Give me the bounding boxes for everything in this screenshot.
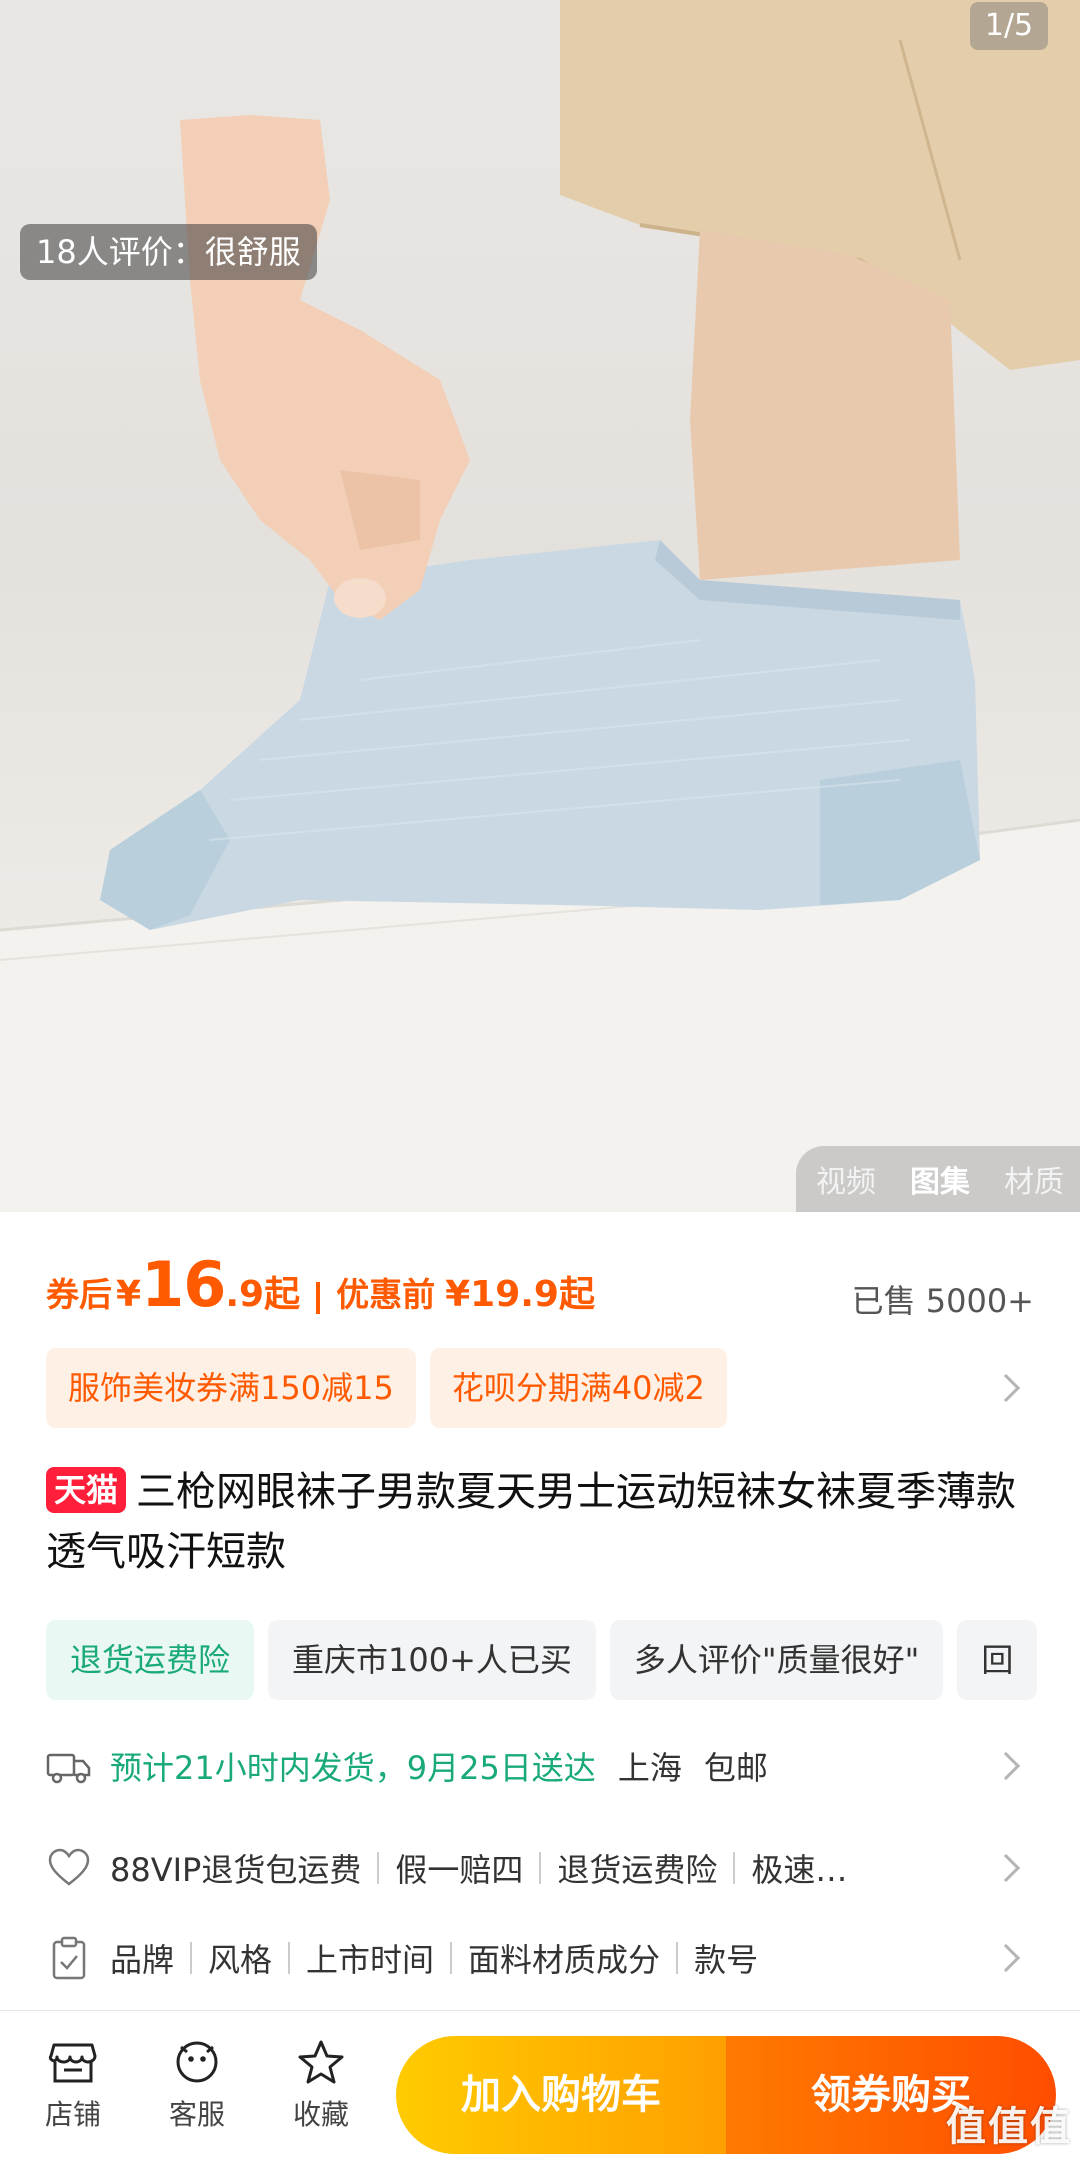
divider xyxy=(539,1852,542,1884)
service-88vip: 88VIP退货包运费 xyxy=(110,1851,362,1889)
coupon-apparel[interactable]: 服饰美妆券满150减15 xyxy=(46,1348,416,1428)
chip-more[interactable]: 回 xyxy=(957,1620,1038,1700)
watermark-url: zhizhizhi.com xyxy=(934,2152,1072,2172)
divider xyxy=(288,1942,291,1974)
shipping-row[interactable]: 预计21小时内发货，9月25日送达 上海 包邮 xyxy=(46,1736,1036,1796)
price-divider xyxy=(316,1282,321,1314)
divider xyxy=(676,1942,679,1974)
product-page: 1/5 18人评价：很舒服 视频 图集 材质 券后 ¥ 16 .9 起 优惠前 … xyxy=(0,0,1080,2172)
service-return-insurance: 退货运费险 xyxy=(557,1851,718,1889)
chip-review-quality[interactable]: 多人评价"质量很好" xyxy=(609,1620,944,1700)
chip-city-buyers[interactable]: 重庆市100+人已买 xyxy=(268,1620,596,1700)
chip-return-insurance[interactable]: 退货运费险 xyxy=(46,1620,255,1700)
services-row[interactable]: 88VIP退货包运费 假一赔四 退货运费险 极速… xyxy=(46,1838,1036,1898)
tab-material[interactable]: 材质 xyxy=(1004,1157,1064,1201)
service-express: 极速… xyxy=(751,1851,848,1889)
product-photo xyxy=(0,0,1080,1212)
media-tabs: 视频 图集 材质 xyxy=(796,1146,1080,1212)
before-discount-price: ¥19.9 xyxy=(445,1274,559,1315)
spec-brand: 品牌 xyxy=(110,1941,175,1979)
spec-model: 款号 xyxy=(694,1941,759,1979)
product-title-block: 天猫 三枪网眼袜子男款夏天男士运动短袜女袜夏季薄款透气吸汗短款 xyxy=(46,1462,1036,1582)
after-coupon-suffix: 起 xyxy=(264,1274,301,1315)
star-icon xyxy=(298,2040,344,2084)
free-shipping: 包邮 xyxy=(703,1749,768,1787)
before-discount-label: 优惠前 xyxy=(336,1275,436,1314)
service-fake-compensation: 假一赔四 xyxy=(395,1851,524,1889)
spec-release-date: 上市时间 xyxy=(306,1941,435,1979)
product-title: 三枪网眼袜子男款夏天男士运动短袜女袜夏季薄款透气吸汗短款 xyxy=(46,1469,1017,1575)
sold-count: 已售 5000+ xyxy=(851,1282,1034,1320)
tmall-badge: 天猫 xyxy=(46,1467,127,1513)
heart-icon xyxy=(48,1848,90,1886)
before-discount-suffix: 起 xyxy=(558,1274,595,1315)
favorite-label: 收藏 xyxy=(292,2098,349,2131)
store-button[interactable]: 店铺 xyxy=(18,2039,128,2133)
image-counter: 1/5 xyxy=(970,2,1048,50)
spec-style: 风格 xyxy=(208,1941,273,1979)
site-watermark: 值值值 zhizhizhi.com xyxy=(935,2094,1072,2172)
divider xyxy=(190,1942,193,1974)
store-icon xyxy=(48,2043,97,2083)
after-coupon-price-integer: 16 xyxy=(141,1248,226,1321)
truck-icon xyxy=(46,1753,91,1784)
store-label: 店铺 xyxy=(44,2098,101,2131)
favorite-button[interactable]: 收藏 xyxy=(266,2039,376,2133)
add-to-cart-button[interactable]: 加入购物车 xyxy=(396,2036,726,2154)
coupon-row[interactable]: 服饰美妆券满150减15 花呗分期满40减2 xyxy=(46,1348,727,1428)
coupon-huabei[interactable]: 花呗分期满40减2 xyxy=(429,1348,727,1428)
tag-chips: 退货运费险 重庆市100+人已买 多人评价"质量很好" 回 xyxy=(46,1620,1038,1700)
service-label: 客服 xyxy=(168,2098,225,2131)
spec-material: 面料材质成分 xyxy=(468,1941,661,1979)
tab-video[interactable]: 视频 xyxy=(816,1157,876,1201)
after-coupon-price-decimal: .9 xyxy=(225,1274,265,1315)
customer-service-button[interactable]: 客服 xyxy=(142,2039,252,2133)
divider xyxy=(450,1942,453,1974)
after-coupon-label: 券后 xyxy=(46,1275,112,1314)
watermark-logo: 值值值 xyxy=(946,2104,1072,2150)
delivery-estimate: 预计21小时内发货，9月25日送达 xyxy=(110,1749,596,1787)
customer-service-icon xyxy=(176,2041,218,2083)
divider xyxy=(733,1852,736,1884)
chevron-right-icon[interactable] xyxy=(991,1373,1021,1403)
product-gallery[interactable]: 1/5 18人评价：很舒服 视频 图集 材质 xyxy=(0,0,1080,1212)
clipboard-icon xyxy=(52,1936,86,1980)
divider xyxy=(377,1852,380,1884)
ship-origin: 上海 xyxy=(617,1749,682,1787)
currency-symbol: ¥ xyxy=(116,1274,142,1315)
specs-row[interactable]: 品牌 风格 上市时间 面料材质成分 款号 xyxy=(46,1928,1036,1988)
review-highlight-tag[interactable]: 18人评价：很舒服 xyxy=(20,224,317,280)
tab-gallery[interactable]: 图集 xyxy=(910,1157,970,1201)
